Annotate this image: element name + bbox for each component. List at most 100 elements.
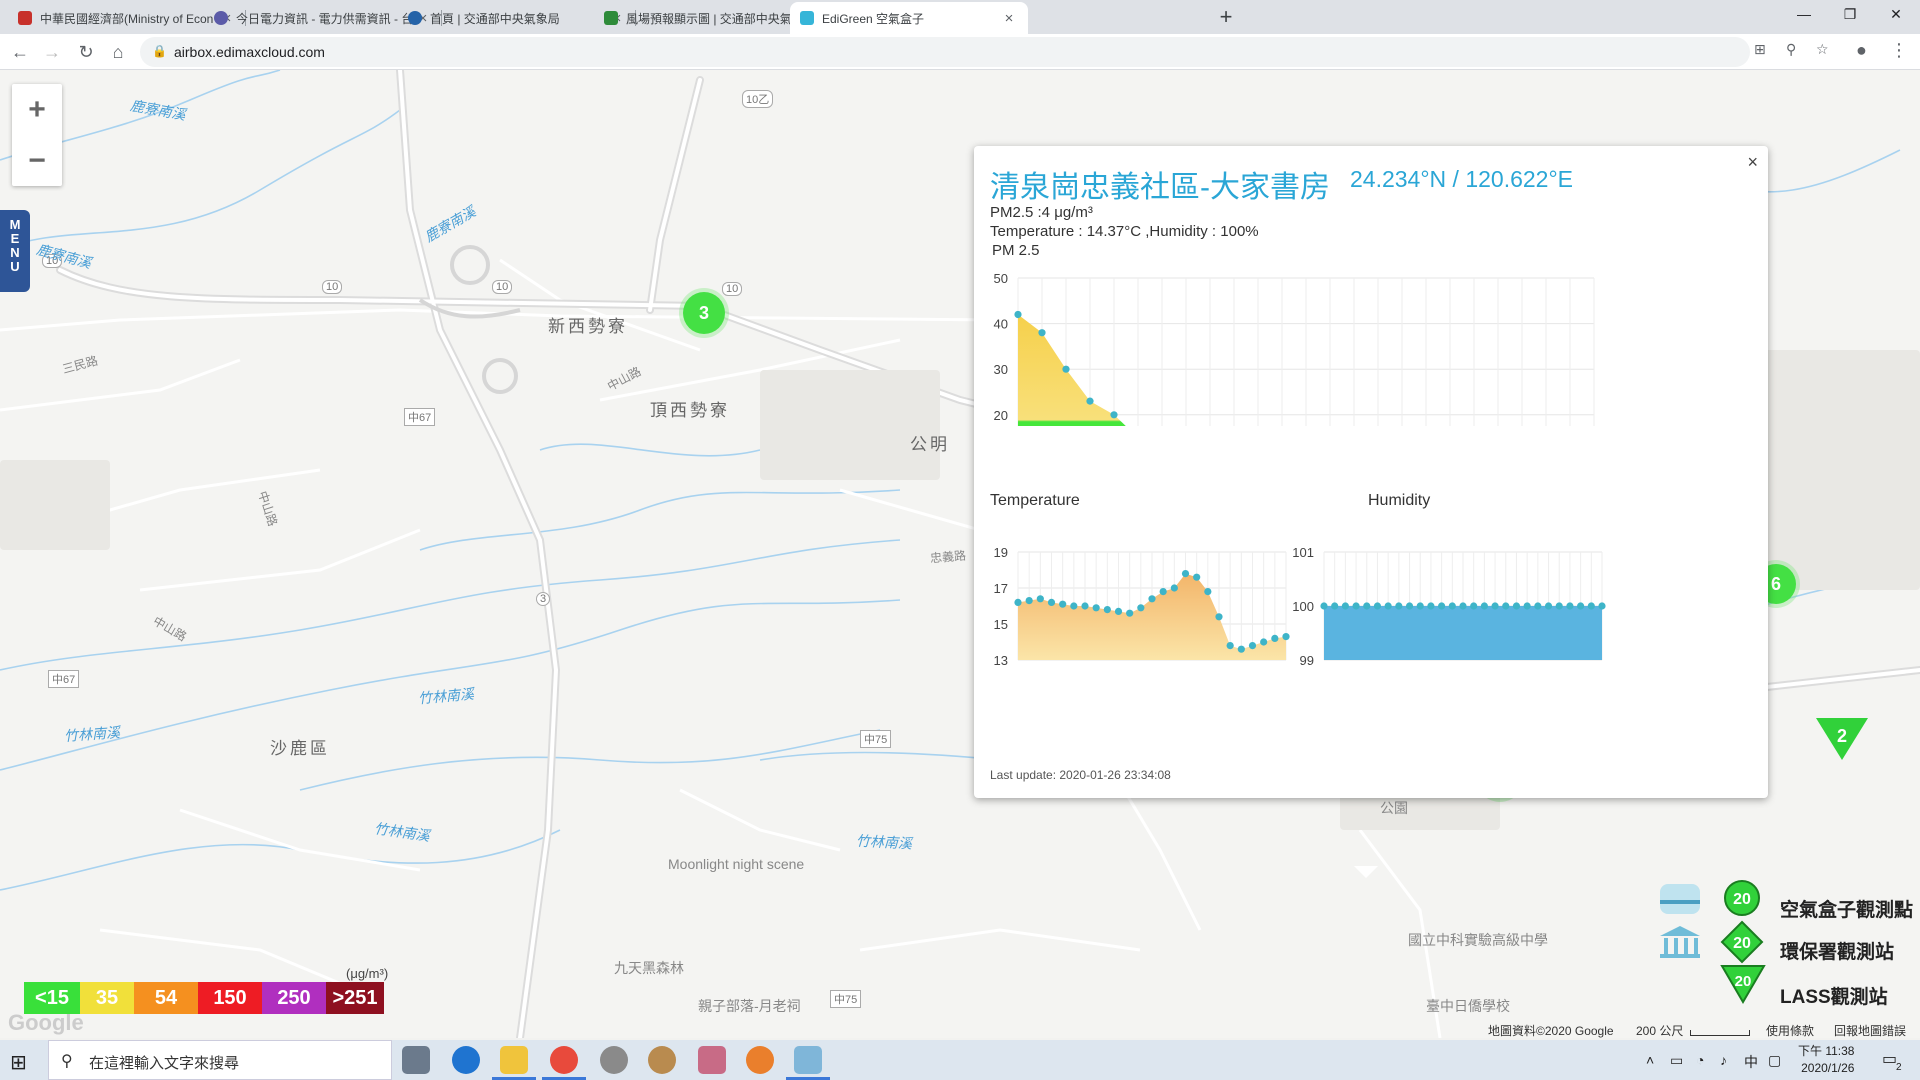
tray-chevron-icon[interactable]: ˄ (1646, 1052, 1654, 1068)
battery-icon[interactable]: ▭ (1670, 1052, 1683, 1069)
blender-icon[interactable] (746, 1046, 774, 1074)
profile-icon[interactable]: ● (1856, 40, 1867, 61)
terms-link[interactable]: 使用條款 (1766, 1022, 1814, 1038)
data-point[interactable] (1320, 602, 1328, 610)
data-point[interactable] (1373, 602, 1382, 610)
lass-station-marker[interactable]: 2 (1816, 718, 1868, 762)
data-point[interactable] (1448, 602, 1456, 610)
close-window-icon[interactable]: ✕ (1878, 0, 1914, 30)
back-icon[interactable]: ← (8, 40, 32, 64)
zoom-icon[interactable]: ⚲ (1786, 41, 1796, 58)
data-point[interactable] (1544, 602, 1553, 610)
data-point[interactable] (1395, 602, 1403, 610)
cwb-favicon-icon (408, 11, 422, 25)
data-point[interactable] (1598, 602, 1606, 610)
data-point[interactable] (1577, 602, 1585, 610)
scale-level: 150 (198, 982, 262, 1014)
system-clock[interactable]: 下午 11:38 2020/1/26 (1798, 1043, 1854, 1077)
data-point[interactable] (1363, 602, 1371, 610)
scale-level: 54 (134, 982, 198, 1014)
data-point[interactable] (1534, 602, 1542, 610)
input-mode-icon[interactable]: ▢ (1768, 1052, 1781, 1069)
data-point[interactable] (1555, 602, 1563, 610)
windows-start-icon[interactable]: ⊞ (10, 1050, 27, 1075)
poi-label[interactable]: 國立中科實驗高級中學 (1408, 930, 1548, 950)
data-point[interactable] (1512, 602, 1521, 610)
data-point[interactable] (1427, 602, 1435, 610)
file-explorer-icon[interactable] (500, 1046, 528, 1074)
data-point[interactable] (1416, 602, 1424, 610)
network-icon[interactable]: ◔ (1696, 1052, 1704, 1068)
data-point[interactable] (1384, 602, 1392, 610)
maximize-icon[interactable]: ❐ (1832, 0, 1868, 30)
task-view-icon[interactable] (402, 1046, 430, 1074)
poi-label[interactable]: 九天黑森林 (614, 958, 684, 978)
data-point[interactable] (1480, 602, 1488, 610)
airbox-legend-label: 空氣盒子觀測點 (1780, 900, 1914, 921)
data-point[interactable] (1470, 602, 1478, 610)
data-point[interactable] (1566, 602, 1574, 610)
y-tick-label: 99 (1300, 653, 1314, 668)
translate-icon[interactable]: ⊞ (1754, 41, 1766, 58)
chrome-icon[interactable] (550, 1046, 578, 1074)
map-data-attribution: 地圖資料©2020 Google (1488, 1024, 1614, 1038)
poi-label[interactable]: 臺中日僑學校 (1426, 996, 1510, 1016)
app-icon[interactable] (698, 1046, 726, 1074)
station-marker[interactable]: 3 (683, 292, 725, 334)
data-point[interactable] (1502, 602, 1510, 610)
windmap-favicon-icon (604, 11, 618, 25)
tab-edigreen[interactable]: EdiGreen 空氣盒子 × (790, 2, 1028, 34)
report-error-link[interactable]: 回報地圖錯誤 (1834, 1022, 1906, 1038)
notification-icon[interactable]: ▭ (1882, 1049, 1897, 1069)
scale-bar (1690, 1030, 1750, 1036)
tab-close-icon[interactable]: × (1000, 10, 1018, 27)
volume-icon[interactable]: ♪ (1720, 1052, 1727, 1068)
data-point[interactable] (1523, 602, 1531, 610)
app-icon[interactable] (794, 1046, 822, 1074)
road-shield: 中75 (860, 730, 892, 748)
river-label: 竹林南溪 (855, 832, 913, 852)
data-point[interactable] (1331, 602, 1339, 610)
app-icon[interactable] (600, 1046, 628, 1074)
url-text: airbox.edimaxcloud.com (174, 44, 325, 60)
poi-label[interactable]: 親子部落-月老祠 (698, 996, 801, 1016)
scale-level: 35 (80, 982, 134, 1014)
data-point[interactable] (1352, 602, 1360, 610)
bookmark-star-icon[interactable]: ☆ (1816, 41, 1829, 58)
menu-label: MENU (9, 217, 21, 274)
google-logo: Google (8, 1010, 84, 1035)
home-icon[interactable]: ⌂ (106, 40, 130, 64)
road-shield: 3 (536, 592, 551, 606)
forward-icon[interactable]: → (40, 40, 64, 64)
y-tick-label: 100 (1292, 599, 1314, 614)
place-label: 頂西勢寮 (650, 401, 730, 420)
data-point[interactable] (1491, 602, 1499, 610)
ime-indicator[interactable]: 中 (1744, 1052, 1758, 1072)
road-shield: 中67 (404, 408, 436, 426)
road-shield: 10 (492, 280, 513, 294)
data-point[interactable] (1438, 602, 1446, 610)
data-point[interactable] (1587, 602, 1595, 610)
lock-icon: 🔒 (152, 44, 167, 58)
epa-legend-icon (1656, 922, 1704, 967)
tab-title: 風場預報顯示圖 | 交通部中央氣象 (626, 11, 804, 26)
data-point[interactable] (1459, 602, 1467, 610)
more-menu-icon[interactable]: ⋮ (1890, 40, 1908, 61)
new-tab-button[interactable]: + (1212, 3, 1240, 31)
data-point[interactable] (1341, 602, 1349, 610)
taskbar-search-box[interactable]: ⚲ 在這裡輸入文字來搜尋 (48, 1040, 392, 1080)
minimize-icon[interactable]: — (1786, 0, 1822, 30)
app-icon[interactable] (648, 1046, 676, 1074)
search-icon: ⚲ (61, 1053, 73, 1070)
address-bar[interactable]: 🔒 airbox.edimaxcloud.com (140, 37, 1750, 67)
edge-icon[interactable] (452, 1046, 480, 1074)
place-label: 沙鹿區 (270, 739, 330, 758)
reload-icon[interactable]: ↻ (74, 40, 98, 64)
menu-button[interactable]: MENU (0, 210, 30, 292)
zoom-out-button[interactable]: − (12, 135, 62, 186)
zoom-in-button[interactable]: + (12, 84, 62, 135)
map-canvas[interactable]: 10乙 10 10 10 10 中67 中67 中75 中75 3 新西勢寮 頂… (0, 70, 1920, 1038)
data-point[interactable] (1405, 602, 1414, 610)
poi-label[interactable]: Moonlight night scene (668, 856, 804, 872)
road-label: 忠義路 (929, 548, 967, 566)
